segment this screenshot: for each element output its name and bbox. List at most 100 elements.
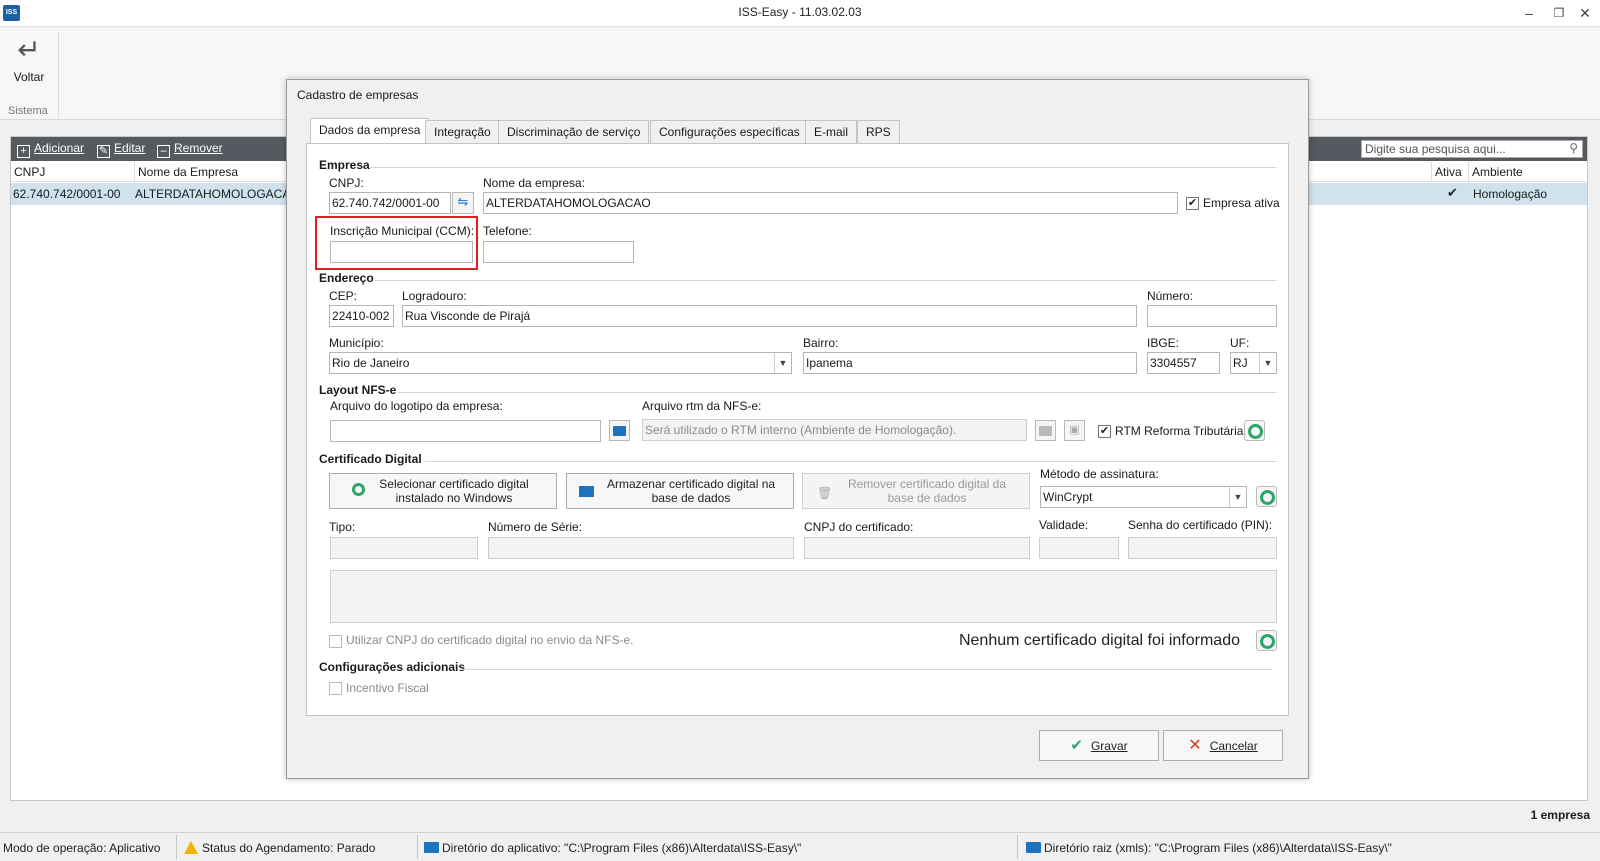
select-cert-line1: Selecionar certificado digital [379,477,529,491]
rtm-reforma-checkbox[interactable]: ✔ [1098,425,1111,438]
municipio-select[interactable]: Rio de Janeiro ▼ [329,352,792,374]
remove-button[interactable]: – Remover [157,141,223,158]
tab-integracao[interactable]: Integração [425,120,500,144]
gravar-label: Gravar [1090,739,1128,753]
status-divider [417,835,418,859]
column-header-ativa[interactable]: Ativa [1431,162,1469,182]
nome-empresa-field[interactable]: ALTERDATAHOMOLOGACAO [483,192,1178,214]
tab-email[interactable]: E-mail [805,120,858,144]
tipo-label: Tipo: [329,520,356,534]
cnpj-lookup-icon[interactable]: ⇋ [452,192,474,214]
search-input[interactable]: Digite sua pesquisa aqui... ⚲ [1361,140,1583,158]
cancelar-button[interactable]: ✕ Cancelar [1163,730,1283,761]
numero-field[interactable] [1147,305,1277,327]
usar-cnpj-checkbox [329,635,342,648]
metodo-value: WinCrypt [1043,490,1093,504]
folder-icon [1026,842,1041,853]
tab-discriminacao[interactable]: Discriminação de serviço [498,120,650,144]
section-divider [398,392,1277,393]
logo-field[interactable] [330,420,601,442]
section-empresa: Empresa [319,158,370,172]
cnpj-field[interactable]: 62.740.742/0001-00 [329,192,451,214]
add-button[interactable]: + Adicionar [17,141,84,158]
dir-app-text: Diretório do aplicativo: "C:\Program Fil… [442,841,802,855]
edit-label: Editar [114,141,146,155]
telefone-field[interactable] [483,241,634,263]
edit-icon: ✎ [97,145,110,158]
cell-cnpj: 62.740.742/0001-00 [13,187,121,201]
voltar-button[interactable]: ↵ Voltar [6,34,52,94]
store-cert-line2: base de dados [651,491,731,505]
metodo-select[interactable]: WinCrypt ▼ [1040,486,1247,508]
cnpj-label: CNPJ: [329,176,364,190]
section-endereco: Endereço [319,271,374,285]
incentivo-label: Incentivo Fiscal [346,681,429,695]
section-divider [370,167,1277,168]
close-icon[interactable]: ✕ [1570,3,1600,23]
municipio-label: Município: [329,336,384,350]
refresh-icon[interactable] [1256,486,1277,507]
cancelar-label: Cancelar [1209,739,1258,753]
cell-ambiente: Homologação [1473,187,1548,201]
logradouro-field[interactable]: Rua Visconde de Pirajá [402,305,1137,327]
chevron-down-icon[interactable]: ▼ [1259,353,1276,373]
empresa-ativa-checkbox[interactable]: ✔ [1186,197,1199,210]
column-header-nome[interactable]: Nome da Empresa [135,162,285,182]
uf-select[interactable]: RJ ▼ [1230,352,1277,374]
empresa-ativa-label: Empresa ativa [1203,196,1280,210]
cell-nome: ALTERDATAHOMOLOGACAO [135,187,300,201]
tipo-field [330,537,478,559]
remove-label: Remover [174,141,223,155]
cnpj-cert-field [804,537,1030,559]
column-header-ambiente[interactable]: Ambiente [1469,162,1587,182]
bairro-field[interactable]: Ipanema [803,352,1137,374]
section-divider [459,669,1273,670]
refresh-icon[interactable] [1244,420,1265,441]
ibge-field[interactable]: 3304557 [1147,352,1220,374]
minimize-icon[interactable]: – [1514,3,1544,23]
gravar-button[interactable]: ✔ Gravar [1039,730,1159,761]
agendamento-text: Status do Agendamento: Parado [202,841,376,855]
tab-dados-da-empresa[interactable]: Dados da empresa [310,118,430,144]
serie-field [488,537,794,559]
folder-icon [579,486,594,497]
column-header-cnpj[interactable]: CNPJ [11,162,135,182]
incentivo-checkbox [329,682,342,695]
validade-field [1039,537,1119,559]
validade-label: Validade: [1039,518,1089,532]
logo-folder-icon[interactable] [609,420,630,441]
rtm-field[interactable]: Será utilizado o RTM interno (Ambiente d… [642,419,1027,441]
remove-cert-line2: base de dados [887,491,967,505]
cell-ativa-check-icon: ✔ [1447,185,1458,200]
section-adicionais: Configurações adicionais [319,660,466,674]
folder-icon [424,842,439,853]
certificate-icon [352,483,365,496]
refresh-icon[interactable] [1256,630,1277,651]
search-placeholder: Digite sua pesquisa aqui... [1365,142,1506,156]
edit-button[interactable]: ✎ Editar [97,141,145,158]
dir-raiz[interactable]: Diretório raiz (xmls): "C:\Program Files… [1026,841,1392,855]
remove-cert-line1: Remover certificado digital da [847,477,1007,491]
rtm-label: Arquivo rtm da NFS-e: [642,399,762,413]
dialog-title: Cadastro de empresas [297,88,419,102]
chevron-down-icon[interactable]: ▼ [1229,487,1246,507]
dir-aplicativo[interactable]: Diretório do aplicativo: "C:\Program Fil… [424,841,801,855]
certificate-details-area [330,570,1277,623]
status-bar: Modo de operação: Aplicativo Status do A… [0,832,1600,861]
ibge-label: IBGE: [1147,336,1180,350]
tab-rps[interactable]: RPS [857,120,900,144]
record-count: 1 empresa [1530,808,1590,822]
rtm-image-icon: ▣ [1064,420,1085,441]
select-certificate-button[interactable]: Selecionar certificado digital instalado … [329,473,557,509]
trash-icon: 🗑 [817,486,833,500]
ribbon-group-label: Sistema [8,105,48,117]
x-icon: ✕ [1188,737,1202,754]
cep-field[interactable]: 22410-002 [329,305,394,327]
tab-configuracoes[interactable]: Configurações específicas [650,120,809,144]
section-layout: Layout NFS-e [319,383,397,397]
store-certificate-button[interactable]: Armazenar certificado digital na base de … [566,473,794,509]
certificate-status-text: Nenhum certificado digital foi informado [958,632,1240,649]
agendamento-status: Status do Agendamento: Parado [184,841,375,855]
chevron-down-icon[interactable]: ▼ [774,353,791,373]
cep-label: CEP: [329,289,358,303]
